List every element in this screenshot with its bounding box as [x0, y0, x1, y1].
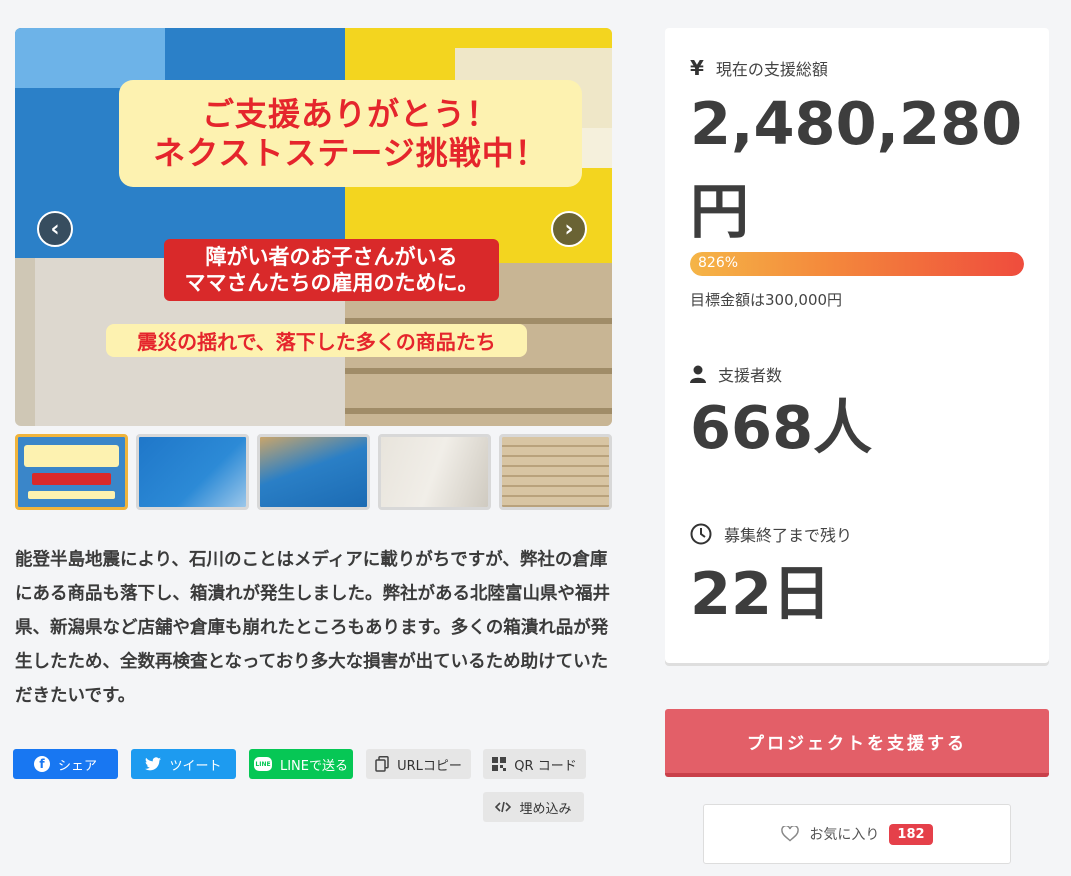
qr-code-label: QR コード: [514, 758, 577, 774]
remaining-time-value: 22日: [690, 559, 832, 628]
total-amount-header: ¥ 現在の支援総額: [690, 56, 828, 80]
total-amount-unit: 円: [690, 177, 750, 246]
image-red-line2: ママさんたちの雇用のために。: [184, 271, 479, 295]
supporters-value: 668人: [690, 393, 873, 462]
line-share-label: LINEで送る: [279, 758, 348, 774]
total-amount-value: 2,480,280: [690, 89, 1023, 158]
remaining-time-label: 募集終了まで残り: [724, 526, 853, 545]
funding-progress-label: 826%: [698, 255, 739, 271]
thumbnail-1[interactable]: [15, 434, 128, 510]
facebook-icon: f: [33, 756, 50, 772]
yen-icon: ¥: [690, 56, 704, 80]
person-icon: [690, 365, 706, 383]
remaining-time-header: 募集終了まで残り: [690, 522, 852, 546]
chevron-right-icon: ›: [564, 216, 574, 242]
next-image-button[interactable]: ›: [551, 211, 587, 247]
favorite-label: お気に入り: [809, 827, 880, 843]
image-caption-banner: 震災の揺れで、落下した多くの商品たち: [106, 324, 527, 357]
image-headline-line1: ご支援ありがとう！: [201, 95, 499, 134]
prev-image-button[interactable]: ‹: [37, 211, 73, 247]
heart-icon: [781, 826, 800, 842]
embed-button[interactable]: 埋め込み: [483, 792, 584, 822]
goal-amount-text: 目標金額は300,000円: [690, 291, 843, 309]
image-headline-banner: ご支援ありがとう！ ネクストステージ挑戦中！: [119, 80, 582, 187]
image-red-banner: 障がい者のお子さんがいる ママさんたちの雇用のために。: [164, 239, 499, 301]
qr-code-button[interactable]: QR コード: [483, 749, 586, 779]
twitter-bird-icon: [145, 757, 162, 771]
copy-icon: [375, 756, 389, 772]
image-headline-line2: ネクストステージ挑戦中！: [153, 133, 548, 172]
url-copy-label: URLコピー: [397, 758, 462, 774]
thumbnail-5[interactable]: [499, 434, 612, 510]
funding-stats-card: ¥ 現在の支援総額 2,480,280 円 826% 目標金額は300,000円…: [665, 28, 1049, 663]
favorite-count-badge: 182: [889, 823, 933, 845]
favorite-button[interactable]: お気に入り 182: [703, 804, 1011, 864]
chevron-left-icon: ‹: [50, 216, 60, 242]
main-image: ご支援ありがとう！ ネクストステージ挑戦中！ 障がい者のお子さんがいる ママさん…: [15, 28, 612, 426]
thumbnail-strip: [15, 434, 612, 510]
embed-label: 埋め込み: [519, 801, 572, 817]
support-project-button[interactable]: プロジェクトを支援する: [665, 709, 1049, 777]
clock-icon: [690, 523, 712, 545]
funding-progress-bar: 826%: [690, 252, 1024, 276]
qr-code-icon: [492, 757, 507, 771]
twitter-share-button[interactable]: ツイート: [131, 749, 236, 779]
line-share-button[interactable]: LINE LINEで送る: [249, 749, 353, 779]
twitter-share-label: ツイート: [169, 758, 222, 774]
supporters-label: 支援者数: [718, 366, 783, 385]
facebook-share-label: シェア: [57, 758, 97, 774]
thumbnail-3[interactable]: [257, 434, 370, 510]
line-icon: LINE: [253, 757, 272, 771]
url-copy-button[interactable]: URLコピー: [366, 749, 471, 779]
total-amount-label: 現在の支援総額: [715, 60, 828, 79]
thumbnail-4[interactable]: [378, 434, 491, 510]
supporters-header: 支援者数: [690, 362, 782, 386]
facebook-share-button[interactable]: f シェア: [13, 749, 118, 779]
code-icon: [495, 801, 512, 813]
thumbnail-2[interactable]: [136, 434, 249, 510]
funding-progress-fill: [690, 252, 1024, 276]
image-red-line1: 障がい者のお子さんがいる: [205, 244, 458, 269]
project-media-column: ご支援ありがとう！ ネクストステージ挑戦中！ 障がい者のお子さんがいる ママさん…: [13, 28, 613, 822]
project-description: 能登半島地震により、石川のことはメディアに載りがちですが、弊社の倉庫にある商品も…: [15, 550, 610, 706]
